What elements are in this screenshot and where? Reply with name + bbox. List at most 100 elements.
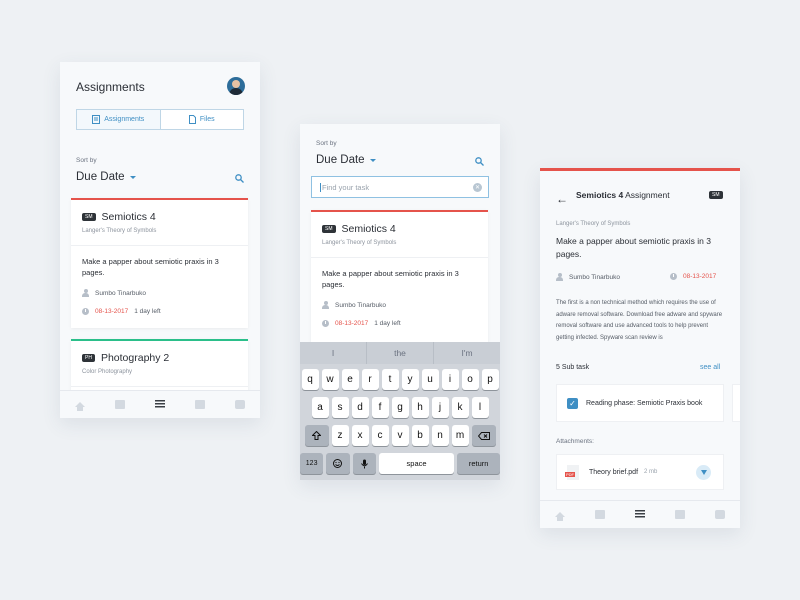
key[interactable]: g [391, 397, 409, 418]
subtask-label: Reading phase: Semiotic Praxis book [586, 399, 703, 407]
course-title: Semiotics 4 [576, 190, 624, 200]
subtask-item[interactable]: ✓ Reading phase: Semiotic Praxis book [556, 384, 724, 422]
checkbox-checked-icon[interactable]: ✓ [567, 397, 578, 409]
key[interactable]: y [401, 369, 419, 390]
due-date: 08-13-2017 [335, 320, 369, 327]
search-icon[interactable] [475, 157, 484, 166]
chat-icon[interactable] [715, 510, 725, 519]
divider [71, 245, 248, 246]
clear-icon[interactable]: ✕ [473, 183, 482, 192]
segmented-control: Assignments Files [76, 109, 244, 130]
clock-icon [670, 273, 677, 280]
course-title: Photography 2 [100, 352, 170, 364]
sort-value: Due Date [76, 171, 125, 183]
sort-label: Sort by [76, 157, 97, 164]
suggestion-item[interactable]: I [300, 342, 366, 364]
key[interactable]: q [301, 369, 319, 390]
course-subtitle: Langer's Theory of Symbols [556, 221, 631, 227]
list-icon[interactable] [155, 400, 165, 409]
assignments-list-screen: Assignments Assignments Files Sort by Du… [60, 62, 260, 418]
avatar[interactable] [227, 77, 245, 95]
user-icon [322, 301, 329, 309]
microphone-icon [360, 459, 368, 468]
key-row-4: 123 space return [300, 453, 500, 474]
key[interactable]: z [331, 425, 349, 446]
key[interactable]: l [471, 397, 489, 418]
course-title: Semiotics 4 [101, 211, 156, 223]
book-icon[interactable] [675, 510, 685, 519]
suggestion-bar: I the I'm [300, 342, 500, 364]
space-key[interactable]: space [378, 453, 455, 474]
clock-icon [82, 308, 89, 315]
key[interactable]: v [391, 425, 409, 446]
sort-dropdown[interactable]: Due Date [76, 171, 136, 183]
tab-assignments[interactable]: Assignments [77, 110, 160, 129]
home-icon[interactable] [75, 402, 85, 411]
key[interactable]: h [411, 397, 429, 418]
key[interactable]: o [461, 369, 479, 390]
return-key[interactable]: return [457, 453, 500, 474]
search-input[interactable]: Find your task ✕ [311, 176, 489, 198]
key[interactable]: w [321, 369, 339, 390]
image-icon[interactable] [115, 400, 125, 409]
suggestion-item[interactable]: the [366, 342, 433, 364]
task-description: Make a papper about semiotic praxis in 3… [556, 236, 711, 259]
page-title: Assignments [76, 80, 145, 94]
assignment-card[interactable]: SM Semiotics 4 Langer's Theory of Symbol… [71, 198, 248, 328]
suggestion-item[interactable]: I'm [433, 342, 500, 364]
delete-key[interactable] [471, 425, 496, 446]
microphone-key[interactable] [352, 453, 376, 474]
see-all-link[interactable]: see all [700, 364, 720, 371]
key[interactable]: p [481, 369, 499, 390]
assignment-description: The first is a non technical method whic… [556, 300, 723, 341]
clock-icon [322, 320, 329, 327]
key-row-2: a s d f g h j k l [300, 397, 500, 418]
document-icon [92, 115, 101, 124]
key[interactable]: b [411, 425, 429, 446]
attachment-item[interactable]: Theory brief.pdf 2 mb [556, 454, 724, 490]
numbers-key[interactable]: 123 [300, 453, 324, 474]
tab-files-label: Files [199, 116, 215, 123]
page-title: Semiotics 4 Assignment [576, 190, 670, 200]
bottom-tab-bar [540, 500, 740, 528]
chat-icon[interactable] [235, 400, 245, 409]
accent-bar [540, 168, 740, 171]
days-left: 1 day left [374, 320, 401, 327]
search-icon[interactable] [235, 174, 244, 183]
course-subtitle: Langer's Theory of Symbols [82, 228, 157, 234]
key[interactable]: k [451, 397, 469, 418]
key[interactable]: i [441, 369, 459, 390]
key[interactable]: u [421, 369, 439, 390]
assignment-detail-screen: ← Semiotics 4 Assignment SM Langer's The… [540, 168, 740, 528]
due-date: 08-13-2017 [683, 273, 717, 280]
image-icon[interactable] [595, 510, 605, 519]
key[interactable]: f [371, 397, 389, 418]
key-row-3: z x c v b n m [300, 425, 500, 446]
bottom-tab-bar [60, 390, 260, 418]
assignment-card[interactable]: SM Semiotics 4 Langer's Theory of Symbol… [311, 210, 488, 350]
key[interactable]: d [351, 397, 369, 418]
key[interactable]: r [361, 369, 379, 390]
tab-files[interactable]: Files [159, 110, 244, 129]
sort-dropdown[interactable]: Due Date [316, 154, 376, 166]
key[interactable]: j [431, 397, 449, 418]
course-subtitle: Langer's Theory of Symbols [322, 240, 397, 246]
key[interactable]: x [351, 425, 369, 446]
emoji-key[interactable] [326, 453, 350, 474]
back-arrow-icon[interactable]: ← [556, 192, 568, 206]
list-icon[interactable] [635, 510, 645, 519]
key[interactable]: c [371, 425, 389, 446]
key[interactable]: a [311, 397, 329, 418]
key[interactable]: s [331, 397, 349, 418]
download-icon[interactable] [696, 465, 711, 480]
key[interactable]: n [431, 425, 449, 446]
shift-key[interactable] [304, 425, 329, 446]
home-icon[interactable] [555, 512, 565, 521]
subtask-item-next[interactable] [732, 384, 740, 422]
file-icon [188, 115, 196, 124]
book-icon[interactable] [195, 400, 205, 409]
search-screen: Sort by Due Date Find your task ✕ SM Sem… [300, 124, 500, 480]
key[interactable]: e [341, 369, 359, 390]
key[interactable]: t [381, 369, 399, 390]
key[interactable]: m [451, 425, 469, 446]
